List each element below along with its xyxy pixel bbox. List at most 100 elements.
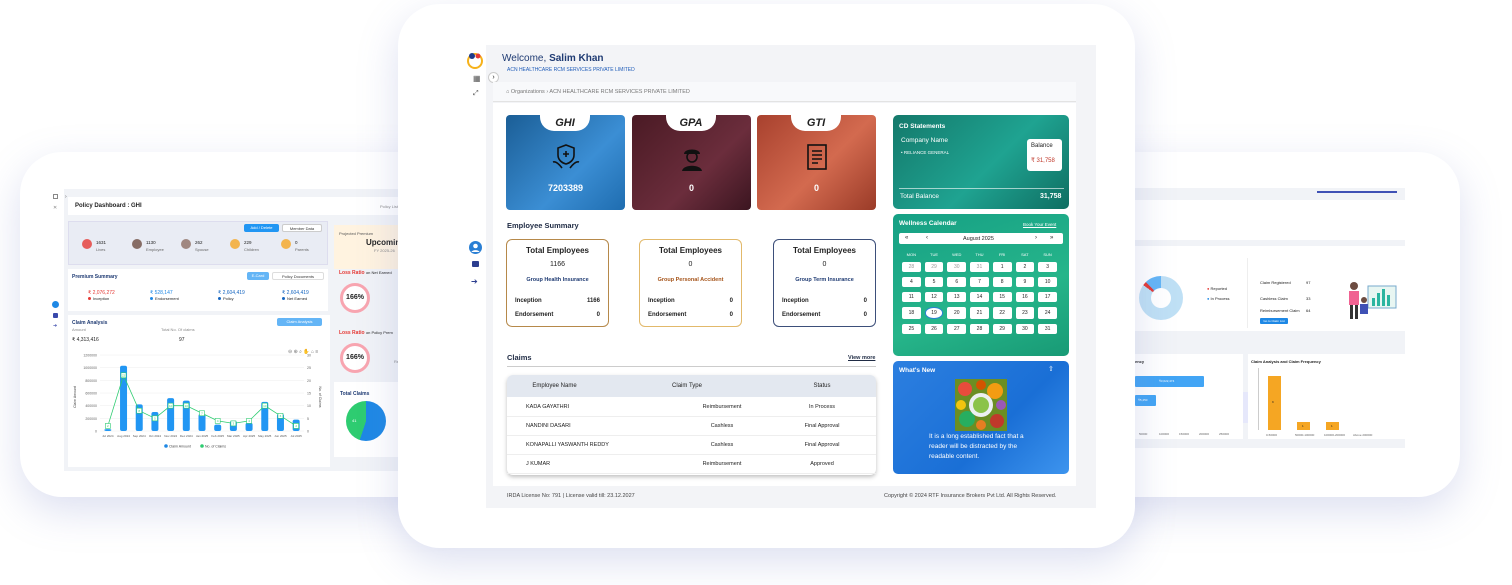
logout-icon[interactable]: ➜ (53, 323, 57, 329)
calendar-day[interactable]: 16 (1015, 292, 1035, 302)
calendar-day[interactable]: 8 (992, 277, 1012, 287)
calendar-day[interactable]: 10 (1038, 277, 1057, 287)
user-icon[interactable] (52, 301, 59, 308)
calendar-day[interactable]: 21 (970, 307, 989, 319)
inception-row: Inception 0 (782, 298, 867, 304)
employee-summary-card: Total Employees 0 Group Term Insurance Ince… (773, 239, 876, 327)
endorsement-value: 0 (596, 312, 600, 318)
expand-icon[interactable]: ✕ (53, 205, 57, 211)
calendar-day[interactable]: 1 (992, 262, 1012, 272)
calendar-day[interactable]: 18 (902, 307, 921, 319)
fullscreen-icon[interactable]: ⤢ (473, 90, 479, 98)
total-claims-title: Total Claims (340, 391, 370, 397)
center-sidebar (440, 45, 486, 508)
employee-summary-card: Total Employees 0 Group Personal Accident I… (639, 239, 742, 327)
loss-ratio-2-title: Loss Ratio on Policy Prem (339, 330, 393, 336)
grid-icon[interactable] (53, 194, 58, 199)
calendar-day[interactable]: 12 (924, 292, 944, 302)
breadcrumb-root[interactable]: Organizations (511, 89, 545, 95)
calendar-day[interactable]: 7 (970, 277, 989, 287)
change-password-icon[interactable] (472, 261, 479, 267)
dashboard-grid-icon[interactable]: ▦ (473, 74, 481, 83)
calendar-next-button[interactable]: › (1035, 235, 1037, 241)
weekday-row: MON TUE WED THU FRI SAT SUN (902, 252, 1057, 257)
view-more-link[interactable]: View more (848, 355, 875, 361)
book-event-link[interactable]: Book Your Event (1023, 222, 1056, 227)
table-row[interactable]: KONAPALLI YASWANTH REDDY Cashless Final Ap… (507, 436, 876, 455)
lock-icon[interactable] (53, 313, 58, 318)
calendar-day[interactable]: 22 (992, 307, 1012, 319)
calendar-day[interactable]: 24 (1038, 307, 1057, 319)
calendar-last-button[interactable]: » (1050, 235, 1053, 241)
footer-right: Copyright © 2024 RTF Insurance Brokers P… (884, 493, 1057, 499)
calendar-day[interactable]: 17 (1038, 292, 1057, 302)
calendar-prev-button[interactable]: ‹ (926, 235, 928, 241)
calendar-day[interactable]: 25 (902, 324, 921, 334)
x-tick: 0-50000 (1266, 433, 1278, 437)
calendar-day[interactable]: 23 (1015, 307, 1035, 319)
endorsement-value: 0 (863, 312, 867, 318)
policy-select[interactable]: Policy List (380, 204, 398, 209)
legend-claims: No. of Claims (205, 445, 226, 449)
ghi-tile[interactable]: GHI 7203389 (506, 115, 625, 210)
weekday-label: THU (975, 252, 984, 257)
x-tick: Jun 2025 (274, 434, 287, 438)
employee-summary-card: Total Employees 1166 Group Health Insuranc… (506, 239, 609, 327)
calendar-day[interactable]: 27 (947, 324, 967, 334)
calendar-day[interactable]: 29 (992, 324, 1012, 334)
calendar-day[interactable]: 11 (902, 292, 921, 302)
employee-summary-title: Employee Summary (507, 221, 579, 230)
calendar-day[interactable]: 15 (992, 292, 1012, 302)
calendar-day[interactable]: 5 (924, 277, 944, 287)
gti-tile[interactable]: GTI 0 (757, 115, 876, 210)
calendar-day[interactable]: 30 (1015, 324, 1035, 334)
calendar-day[interactable]: 29 (924, 262, 944, 272)
calendar-day[interactable]: 28 (902, 262, 921, 272)
week-row: 28 29 30 31 1 2 3 (902, 262, 1057, 272)
gpa-tile[interactable]: GPA 0 (632, 115, 751, 210)
policy-documents-button[interactable]: Policy Documents (272, 272, 324, 280)
calendar-day[interactable]: 4 (902, 277, 921, 287)
home-icon[interactable]: ⌂ (506, 89, 509, 95)
calendar-day[interactable]: 26 (924, 324, 944, 334)
calendar-day[interactable]: 31 (970, 262, 989, 272)
calendar-day[interactable]: 31 (1038, 324, 1057, 334)
col-claim-type: Claim Type (672, 383, 702, 389)
upload-icon[interactable]: ⇧ (1048, 365, 1054, 373)
ecard-button[interactable]: E-Card (247, 272, 269, 280)
add-delete-button[interactable]: Add / Delete (244, 224, 279, 232)
calendar-day[interactable]: 13 (947, 292, 967, 302)
collapse-icon[interactable]: › (65, 194, 67, 200)
summary-policy: Group Health Insurance (526, 277, 589, 283)
logout-icon-center[interactable]: ➔ (471, 277, 478, 286)
claim-registered-label: Claim Registered (1260, 280, 1291, 285)
amount-bar-2-label: ₹5,450 (1138, 398, 1148, 402)
y-tick: 200000 (85, 417, 97, 421)
calendar-day[interactable]: 30 (947, 262, 967, 272)
y2-tick: 0 (307, 430, 309, 434)
calendar-day[interactable]: 2 (1015, 262, 1035, 272)
calendar-day[interactable]: 28 (970, 324, 989, 334)
table-row[interactable]: KADA GAYATHRI Reimbursement In Process (507, 398, 876, 417)
breadcrumb-current: ACN HEALTHCARE RCM SERVICES PRIVATE LIMI… (549, 89, 690, 95)
calendar-day-today[interactable]: 19 (924, 307, 944, 319)
go-to-claim-list-button[interactable]: Go to Claim List (1260, 318, 1288, 324)
endorsement-row: Endorsement 0 (648, 312, 733, 318)
calendar-day[interactable]: 6 (947, 277, 967, 287)
table-row[interactable]: J KUMAR Reimbursement Approved (507, 455, 876, 474)
x-tick: 200000 (1199, 432, 1210, 436)
user-profile-icon[interactable] (469, 241, 482, 254)
member-data-button[interactable]: Member Data (282, 224, 322, 232)
calendar-day[interactable]: 9 (1015, 277, 1035, 287)
calendar-day[interactable]: 14 (970, 292, 989, 302)
y2-tick: 15 (307, 392, 311, 396)
divider (1247, 258, 1248, 328)
calendar-day[interactable]: 3 (1038, 262, 1057, 272)
news-text: It is a long established fact that a rea… (929, 433, 1024, 460)
table-row[interactable]: NANDINI DASARI Cashless Final Approval (507, 417, 876, 436)
y2-tick: 25 (307, 366, 311, 370)
claim-analysis-button[interactable]: Claim Analysis (277, 318, 322, 326)
calendar-first-button[interactable]: « (905, 235, 908, 241)
calendar-day[interactable]: 20 (947, 307, 967, 319)
claim-type: Reimbursement (702, 404, 742, 410)
